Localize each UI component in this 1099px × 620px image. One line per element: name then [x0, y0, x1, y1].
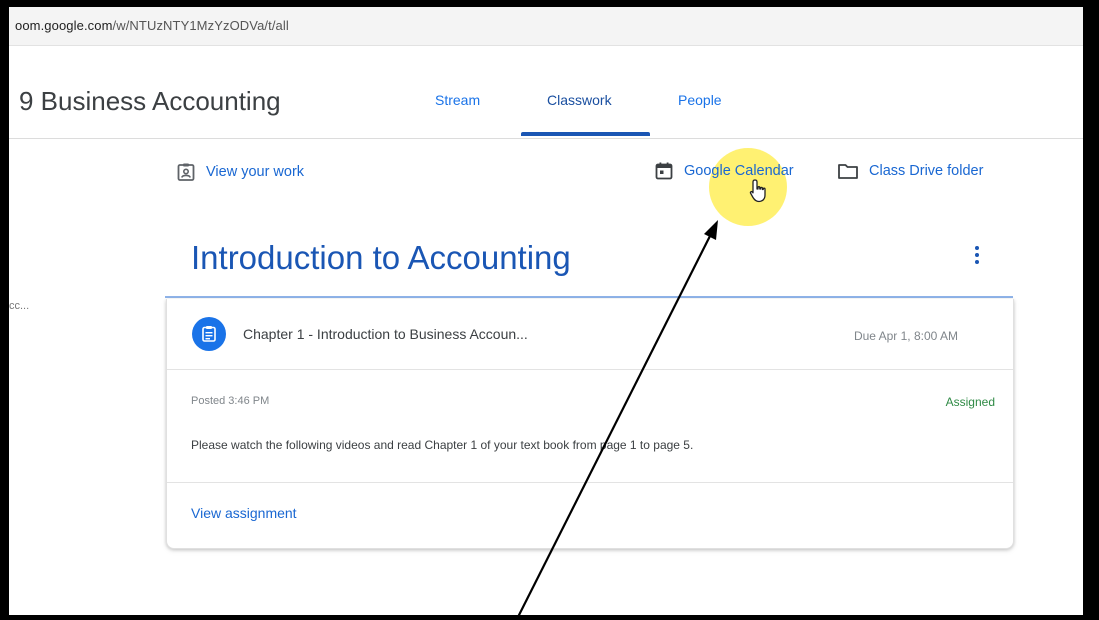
card-divider	[167, 482, 1013, 483]
assignment-icon	[192, 317, 226, 351]
tab-classwork[interactable]: Classwork	[547, 92, 612, 108]
hand-cursor-icon	[748, 178, 770, 209]
tab-stream[interactable]: Stream	[435, 92, 480, 108]
view-your-work-label: View your work	[206, 164, 305, 180]
status-badge: Assigned	[945, 395, 995, 409]
google-calendar-button[interactable]: Google Calendar	[654, 161, 794, 181]
url-path: /w/NTUzNTY1MzYzODVa/t/all	[112, 18, 289, 33]
class-drive-folder-button[interactable]: Class Drive folder	[837, 161, 983, 181]
sidebar-topic-truncated[interactable]: cc...	[9, 300, 29, 312]
assignment-card-header[interactable]: Chapter 1 - Introduction to Business Acc…	[167, 299, 1013, 370]
folder-icon	[838, 164, 858, 179]
view-assignment-link[interactable]: View assignment	[191, 505, 297, 521]
active-tab-indicator	[521, 132, 650, 136]
class-title[interactable]: 9 Business Accounting	[19, 86, 281, 117]
assignment-title[interactable]: Chapter 1 - Introduction to Business Acc…	[243, 326, 528, 342]
kebab-menu-icon[interactable]	[975, 243, 979, 267]
topic-divider	[165, 296, 1013, 298]
assignment-due-date: Due Apr 1, 8:00 AM	[853, 329, 958, 343]
assignment-posted-time: Posted 3:46 PM	[191, 395, 270, 407]
screenshot-frame: oom.google.com/w/NTUzNTY1MzYzODVa/t/all …	[9, 7, 1083, 615]
topic-title: Introduction to Accounting	[191, 239, 571, 276]
google-calendar-label: Google Calendar	[684, 163, 794, 179]
assignment-description: Please watch the following videos and re…	[191, 438, 694, 452]
calendar-icon	[655, 162, 673, 180]
browser-address-bar[interactable]: oom.google.com/w/NTUzNTY1MzYzODVa/t/all	[9, 7, 1083, 46]
class-drive-folder-label: Class Drive folder	[869, 163, 984, 179]
view-your-work-button[interactable]: View your work	[176, 162, 304, 182]
assignment-card[interactable]: Chapter 1 - Introduction to Business Acc…	[166, 299, 1014, 549]
classroom-header: 9 Business Accounting Stream Classwork P…	[9, 46, 1083, 139]
url-text[interactable]: oom.google.com/w/NTUzNTY1MzYzODVa/t/all	[15, 18, 289, 33]
assignment-ind-icon	[177, 163, 195, 181]
tab-people[interactable]: People	[678, 92, 722, 108]
url-host: oom.google.com	[15, 18, 113, 33]
